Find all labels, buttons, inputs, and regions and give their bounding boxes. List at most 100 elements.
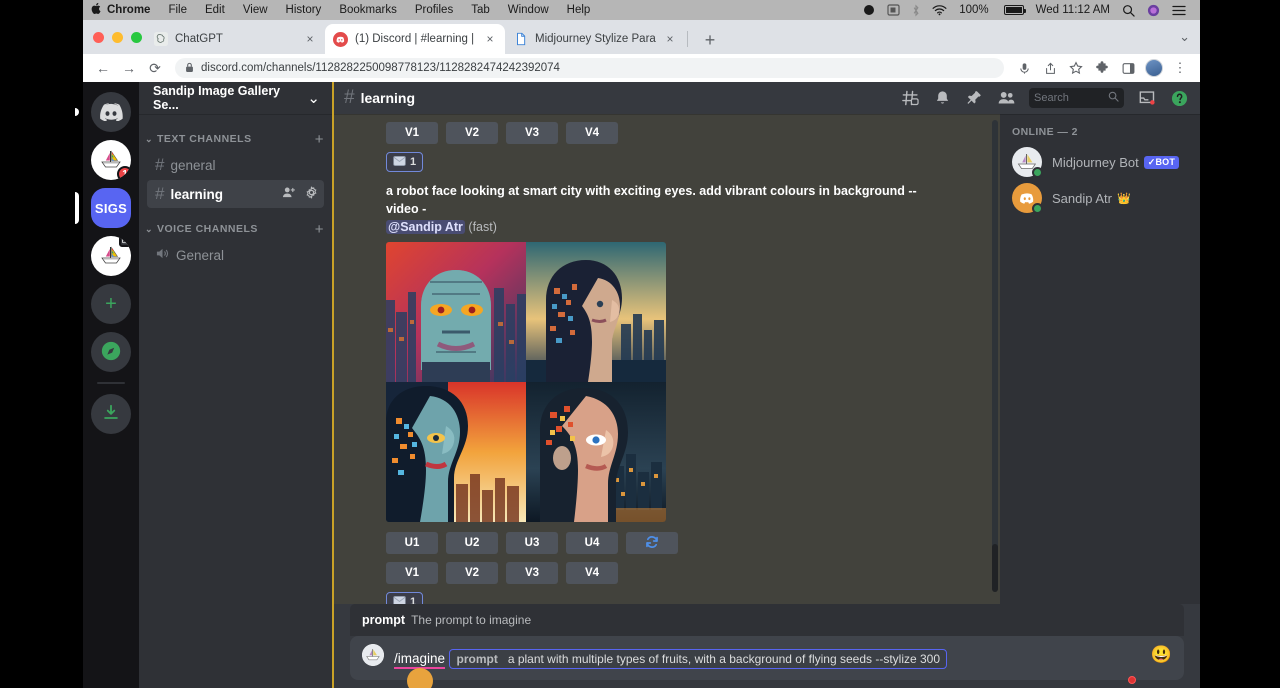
sidebar-item-discord-home[interactable]	[91, 92, 131, 132]
record-icon[interactable]	[857, 4, 881, 16]
wifi-icon[interactable]	[926, 4, 953, 16]
minimize-window-button[interactable]	[112, 32, 123, 43]
category-text-channels[interactable]: ⌄ TEXT CHANNELS +	[139, 128, 332, 150]
forward-button[interactable]: →	[117, 56, 141, 80]
menu-app-name[interactable]: Chrome	[105, 4, 159, 16]
variation-button-v4[interactable]: V4	[566, 562, 618, 584]
close-tab-button[interactable]: ×	[483, 32, 497, 46]
generated-image-grid[interactable]	[386, 242, 666, 522]
siri-icon[interactable]	[1141, 4, 1166, 17]
new-tab-button[interactable]: +	[696, 26, 724, 54]
upscale-button-u1[interactable]: U1	[386, 532, 438, 554]
menu-bookmarks[interactable]: Bookmarks	[330, 4, 406, 16]
menu-edit[interactable]: Edit	[196, 4, 234, 16]
command-parameter-input[interactable]: prompt a plant with multiple types of fr…	[449, 649, 947, 669]
reaction-envelope[interactable]: 1	[386, 152, 423, 172]
message-list[interactable]: V1 V2 V3 V4 1	[334, 114, 1000, 604]
menu-help[interactable]: Help	[558, 4, 600, 16]
generated-image-4[interactable]	[526, 382, 666, 522]
spotlight-search-icon[interactable]	[1116, 4, 1141, 17]
menubar-clock[interactable]: Wed 11:12 AM	[1030, 4, 1116, 16]
sidebar-item-general-text[interactable]: # general	[147, 151, 324, 179]
tab-search-caret-icon[interactable]: ⌄	[1179, 29, 1190, 45]
variation-button-v4[interactable]: V4	[566, 122, 618, 144]
sidebar-item-learning[interactable]: # learning	[147, 180, 324, 208]
variation-button-v3[interactable]: V3	[506, 562, 558, 584]
screenshot-icon[interactable]	[881, 4, 906, 16]
settings-gear-icon[interactable]	[305, 186, 318, 202]
control-center-icon[interactable]	[1166, 5, 1192, 16]
add-server-button[interactable]: +	[91, 284, 131, 324]
menu-file[interactable]: File	[159, 4, 196, 16]
create-text-channel-button[interactable]: +	[315, 131, 324, 148]
menu-view[interactable]: View	[234, 4, 277, 16]
inbox-icon[interactable]	[1134, 85, 1160, 111]
reaction-envelope[interactable]: 1	[386, 592, 423, 604]
maximize-window-button[interactable]	[131, 32, 142, 43]
battery-percent[interactable]: 100%	[953, 4, 994, 16]
help-icon[interactable]	[1166, 85, 1192, 111]
apple-menu-icon[interactable]	[91, 2, 105, 18]
explore-servers-button[interactable]	[91, 332, 131, 372]
variation-button-v1[interactable]: V1	[386, 562, 438, 584]
search-input[interactable]: Search	[1029, 88, 1124, 108]
bookmark-star-icon[interactable]	[1064, 56, 1088, 80]
slash-command-label[interactable]: /imagine	[394, 651, 445, 669]
browser-tab-chatgpt[interactable]: ChatGPT ×	[145, 24, 325, 54]
variation-button-v2[interactable]: V2	[446, 122, 498, 144]
menu-history[interactable]: History	[277, 4, 331, 16]
invite-icon[interactable]	[282, 186, 296, 202]
upscale-button-u3[interactable]: U3	[506, 532, 558, 554]
pin-icon[interactable]	[961, 85, 987, 111]
close-tab-button[interactable]: ×	[303, 32, 317, 46]
menu-profiles[interactable]: Profiles	[406, 4, 462, 16]
sidebar-item-server-boat-1[interactable]: 1	[91, 140, 131, 180]
upscale-button-u4[interactable]: U4	[566, 532, 618, 554]
share-icon[interactable]	[1038, 56, 1062, 80]
download-apps-button[interactable]	[91, 394, 131, 434]
address-bar[interactable]: discord.com/channels/1128282250098778123…	[175, 58, 1004, 78]
guild-header[interactable]: Sandip Image Gallery Se... ⌄	[139, 82, 332, 114]
microphone-icon[interactable]	[1012, 56, 1036, 80]
generated-image-2[interactable]	[526, 242, 666, 382]
variation-button-v2[interactable]: V2	[446, 562, 498, 584]
battery-icon[interactable]	[995, 5, 1030, 15]
user-mention[interactable]: @Sandip Atr	[386, 220, 465, 234]
profile-avatar[interactable]	[1142, 56, 1166, 80]
category-voice-channels[interactable]: ⌄ VOICE CHANNELS +	[139, 218, 332, 240]
browser-tab-discord[interactable]: (1) Discord | #learning | Sandip ×	[325, 24, 505, 54]
close-tab-button[interactable]: ×	[663, 32, 677, 46]
window-traffic-lights[interactable]	[93, 32, 142, 43]
generated-image-1[interactable]	[386, 242, 526, 382]
sidebar-item-general-voice[interactable]: General	[147, 241, 324, 269]
variation-button-v3[interactable]: V3	[506, 122, 558, 144]
chevron-down-icon[interactable]: ⌄	[145, 224, 157, 235]
browser-tab-midjourney[interactable]: Midjourney Stylize Parameter ×	[505, 24, 685, 54]
user-status-avatar[interactable]	[407, 668, 433, 688]
upscale-button-u2[interactable]: U2	[446, 532, 498, 554]
message-scrollbar-track[interactable]	[992, 120, 998, 590]
members-icon[interactable]	[993, 85, 1019, 111]
bluetooth-icon[interactable]	[906, 4, 926, 17]
emoji-picker-icon[interactable]: 😃	[1151, 645, 1172, 665]
menu-tab[interactable]: Tab	[462, 4, 499, 16]
reroll-button[interactable]	[626, 532, 678, 554]
threads-icon[interactable]	[897, 85, 923, 111]
reload-button[interactable]: ⟳	[143, 56, 167, 80]
browser-menu-button[interactable]: ⋮	[1168, 56, 1192, 80]
sidebar-item-server-sigs[interactable]: SIGS	[91, 188, 131, 228]
sidebar-item-server-boat-2[interactable]	[91, 236, 131, 276]
close-window-button[interactable]	[93, 32, 104, 43]
generated-image-3[interactable]	[386, 382, 526, 522]
variation-button-v1[interactable]: V1	[386, 122, 438, 144]
back-button[interactable]: ←	[91, 56, 115, 80]
extensions-puzzle-icon[interactable]	[1090, 56, 1114, 80]
menu-window[interactable]: Window	[499, 4, 558, 16]
list-item[interactable]: Sandip Atr 👑	[1012, 180, 1192, 216]
notification-bell-icon[interactable]	[929, 85, 955, 111]
chevron-down-icon[interactable]: ⌄	[307, 89, 320, 107]
chevron-down-icon[interactable]: ⌄	[145, 134, 157, 145]
list-item[interactable]: Midjourney Bot ✓BOT	[1012, 144, 1192, 180]
create-voice-channel-button[interactable]: +	[315, 221, 324, 238]
command-input-bar[interactable]: /imagine prompt a plant with multiple ty…	[350, 636, 1184, 680]
